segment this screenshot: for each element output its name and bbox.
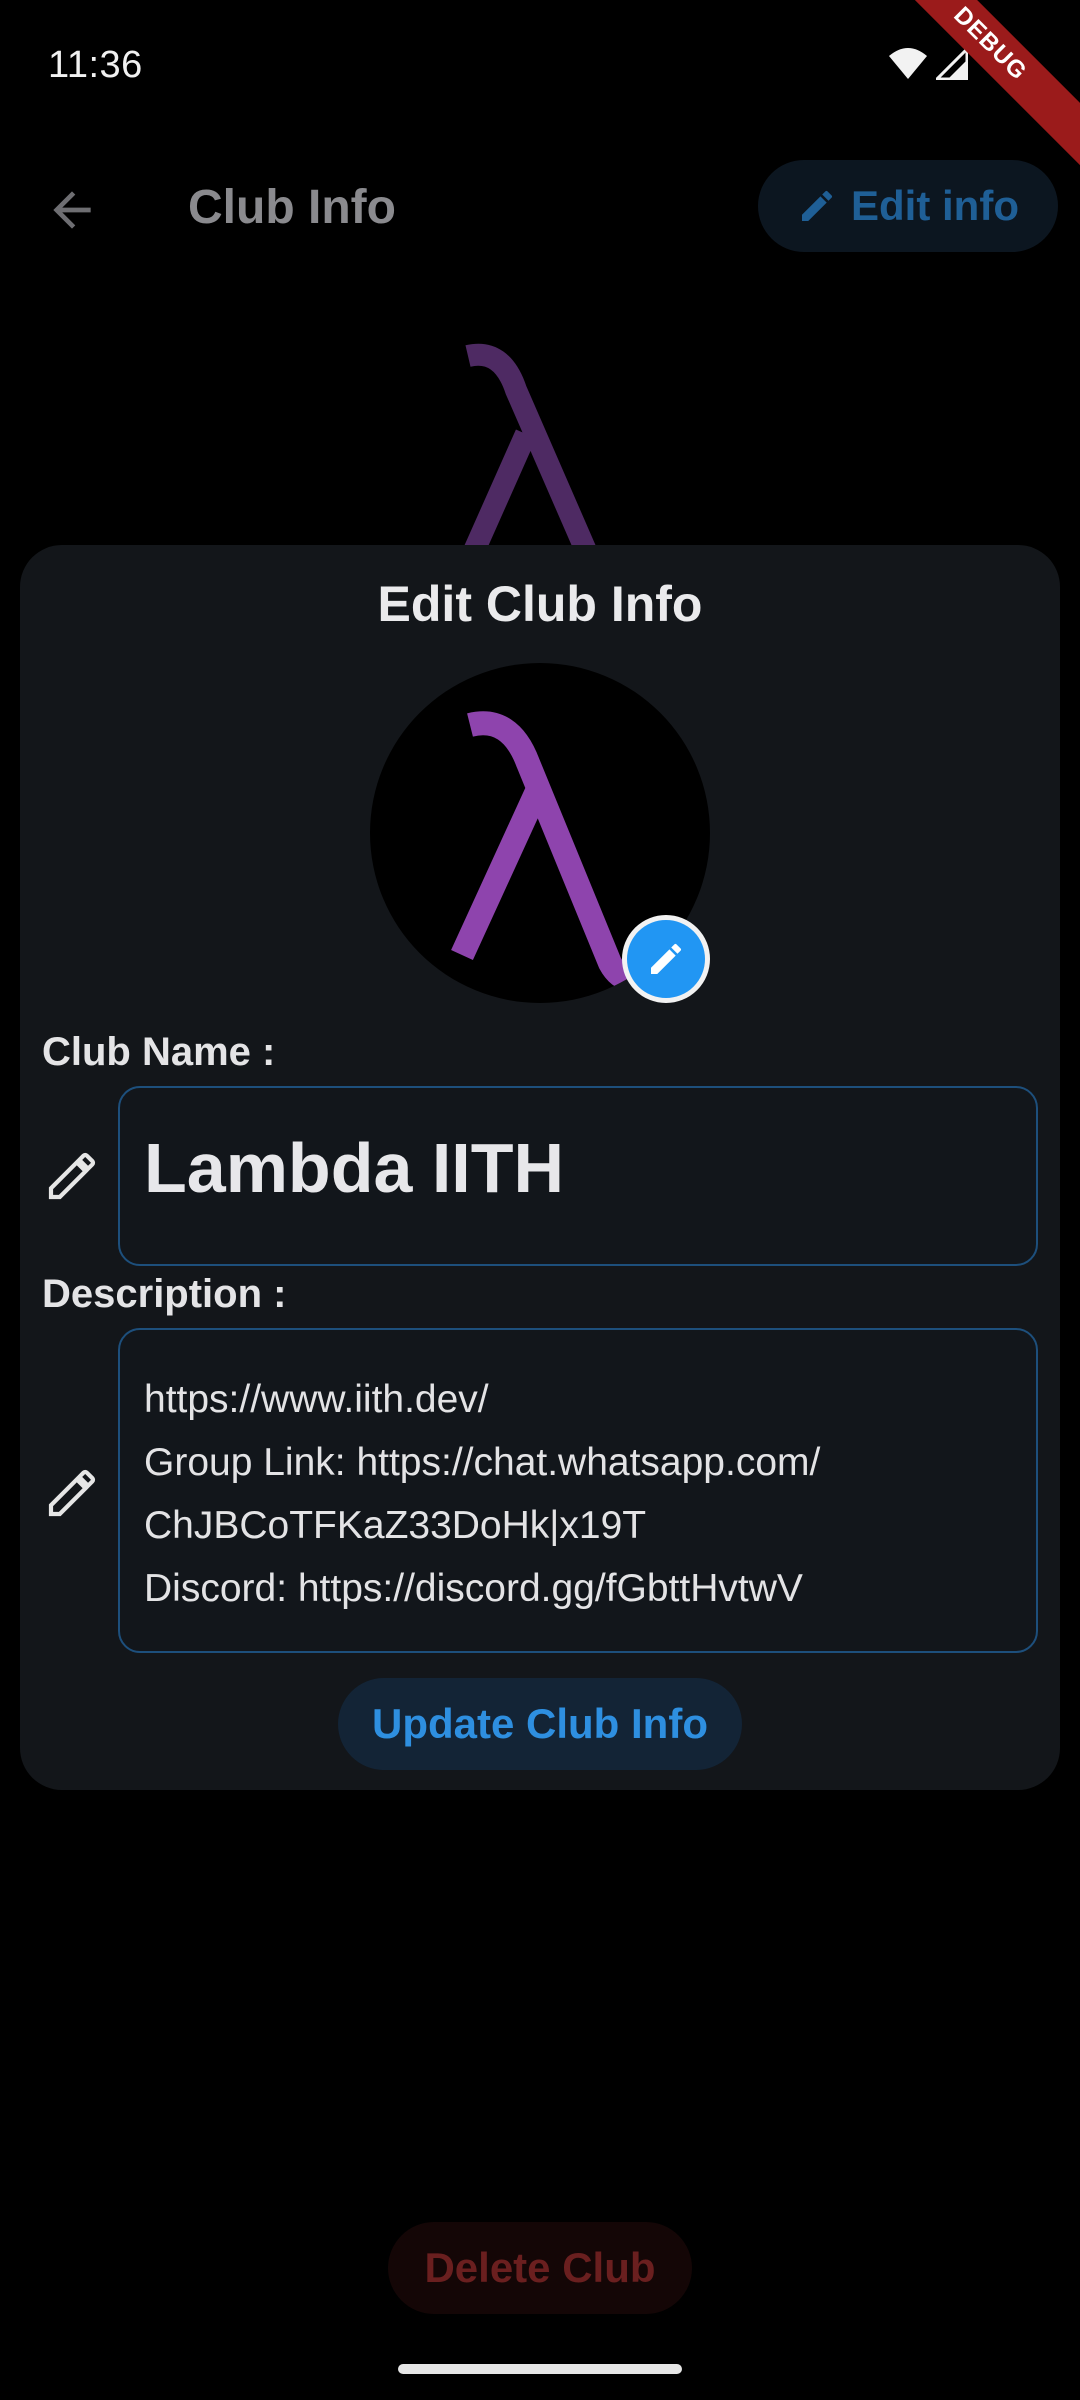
status-bar: 11:36 DEBUG [0, 0, 1080, 173]
delete-club-label: Delete Club [424, 2244, 656, 2291]
pencil-icon [651, 943, 682, 974]
sheet-title: Edit Club Info [377, 576, 703, 632]
edit-club-sheet: Edit Club Info Club Name : Lambda IITH D… [20, 545, 1060, 1790]
club-name-value: Lambda IITH [144, 1129, 565, 1207]
avatar-edit-button[interactable] [622, 915, 710, 1003]
home-indicator[interactable] [398, 2364, 682, 2374]
club-logo-background [459, 343, 601, 560]
description-line: Group Link: https://chat.whatsapp.com/ [144, 1441, 821, 1484]
pencil-icon [802, 190, 833, 221]
app-bar: Club Info Edit info [0, 150, 1080, 260]
update-club-info-button[interactable]: Update Club Info [338, 1678, 742, 1770]
club-name-input[interactable]: Lambda IITH [118, 1086, 1038, 1266]
club-name-label: Club Name : [42, 1030, 276, 1074]
signal-icon [936, 48, 968, 80]
description-label: Description : [42, 1272, 287, 1316]
update-club-info-label: Update Club Info [372, 1700, 708, 1747]
description-input[interactable]: https://www.iith.dev/ Group Link: https:… [118, 1328, 1038, 1653]
screen: 11:36 DEBUG Club Info Edit info Edit Clu… [0, 0, 1080, 2400]
delete-club-button[interactable]: Delete Club [388, 2222, 692, 2314]
arrow-back-icon[interactable] [44, 182, 100, 238]
pencil-icon [48, 1152, 96, 1200]
description-text: https://www.iith.dev/ Group Link: https:… [144, 1368, 820, 1620]
description-line: Discord: https://discord.gg/fGbttHvtwV [144, 1567, 803, 1610]
pencil-icon [48, 1469, 96, 1517]
edit-info-label: Edit info [851, 182, 1019, 229]
edit-info-button[interactable]: Edit info [758, 160, 1058, 252]
page-title: Club Info [188, 181, 396, 234]
wifi-icon [889, 48, 927, 79]
debug-banner: DEBUG [861, 0, 1080, 173]
description-line: https://www.iith.dev/ [144, 1378, 489, 1421]
description-line: ChJBCoTFKaZ33DoHk|x19T [144, 1504, 647, 1547]
status-time: 11:36 [48, 44, 143, 86]
